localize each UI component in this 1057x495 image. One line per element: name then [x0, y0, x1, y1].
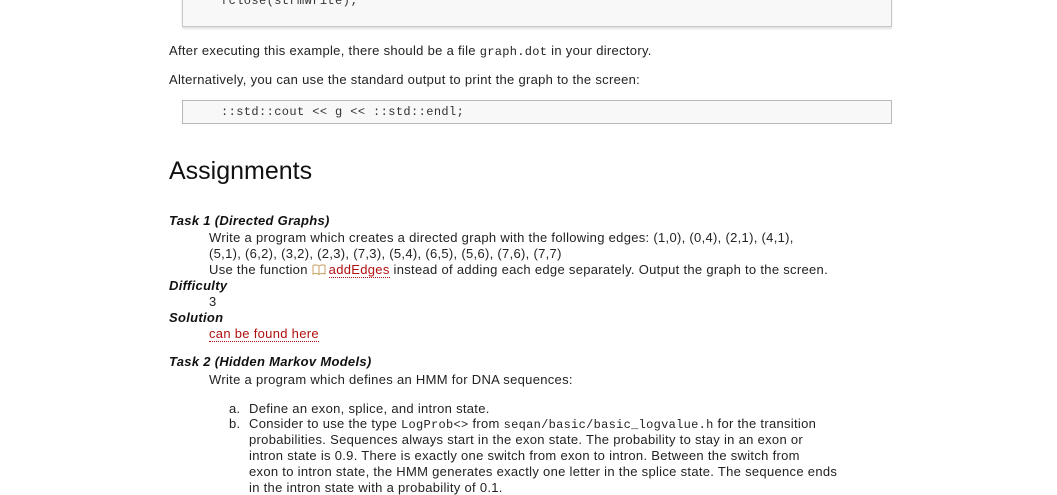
solution-link[interactable]: can be found here: [209, 326, 319, 342]
b-text-after: for the transition: [713, 416, 817, 431]
b-text-before: Consider to use the type: [249, 416, 402, 431]
solution-label: Solution: [169, 310, 224, 325]
type-logprob: LogProb<>: [401, 418, 469, 432]
difficulty-label: Difficulty: [169, 278, 228, 293]
list-item-a: Define an exon, splice, and intron state…: [249, 401, 490, 416]
task2-intro: Write a program which defines an HMM for…: [209, 372, 573, 387]
list-item-b-line5: in the intron state with a probability o…: [249, 480, 503, 495]
list-marker-a: a.: [229, 401, 241, 416]
code-line: ::std::cout << g << ::std::endl;: [221, 105, 465, 119]
task1-title: Task 1 (Directed Graphs): [169, 213, 330, 228]
task2-title: Task 2 (Hidden Markov Models): [169, 354, 372, 369]
list-item-b-line3: intron state is 0.9. There is exactly on…: [249, 448, 800, 463]
list-item-b-line1: Consider to use the type LogProb<> from …: [249, 416, 816, 432]
alternatively-paragraph: Alternatively, you can use the standard …: [169, 72, 641, 87]
list-item-b-line4: exon to intron state, the HMM generates …: [249, 464, 838, 479]
task1-use-line: Use the function addEdges instead of add…: [209, 262, 828, 278]
list-item-b-line2: probabilities. Sequences always start in…: [249, 432, 804, 447]
addEdges-link[interactable]: addEdges: [328, 262, 390, 278]
filename-graph-dot: graph.dot: [479, 45, 548, 59]
header-path: seqan/basic/basic_logvalue.h: [503, 418, 714, 432]
after-text-after: in your directory.: [547, 43, 652, 58]
b-text-mid: from: [468, 416, 504, 431]
use-text-before: Use the function: [209, 262, 312, 277]
code-block-fclose: fclose(strmWrite);: [182, 0, 892, 27]
after-text-before: After executing this example, there shou…: [169, 43, 480, 58]
book-icon: [312, 263, 326, 276]
assignments-heading: Assignments: [169, 157, 313, 185]
use-text-after: instead of adding each edge separately. …: [389, 262, 828, 277]
solution-value: can be found here: [209, 326, 319, 342]
list-marker-b: b.: [229, 416, 241, 431]
task1-line2: (5,1), (6,2), (3,2), (2,3), (7,3), (5,4)…: [209, 246, 562, 261]
code-line: fclose(strmWrite);: [221, 0, 358, 8]
code-block-cout: ::std::cout << g << ::std::endl;: [182, 100, 892, 124]
after-executing-paragraph: After executing this example, there shou…: [169, 43, 652, 59]
task1-line1: Write a program which creates a directed…: [209, 230, 794, 245]
difficulty-value: 3: [209, 294, 217, 309]
